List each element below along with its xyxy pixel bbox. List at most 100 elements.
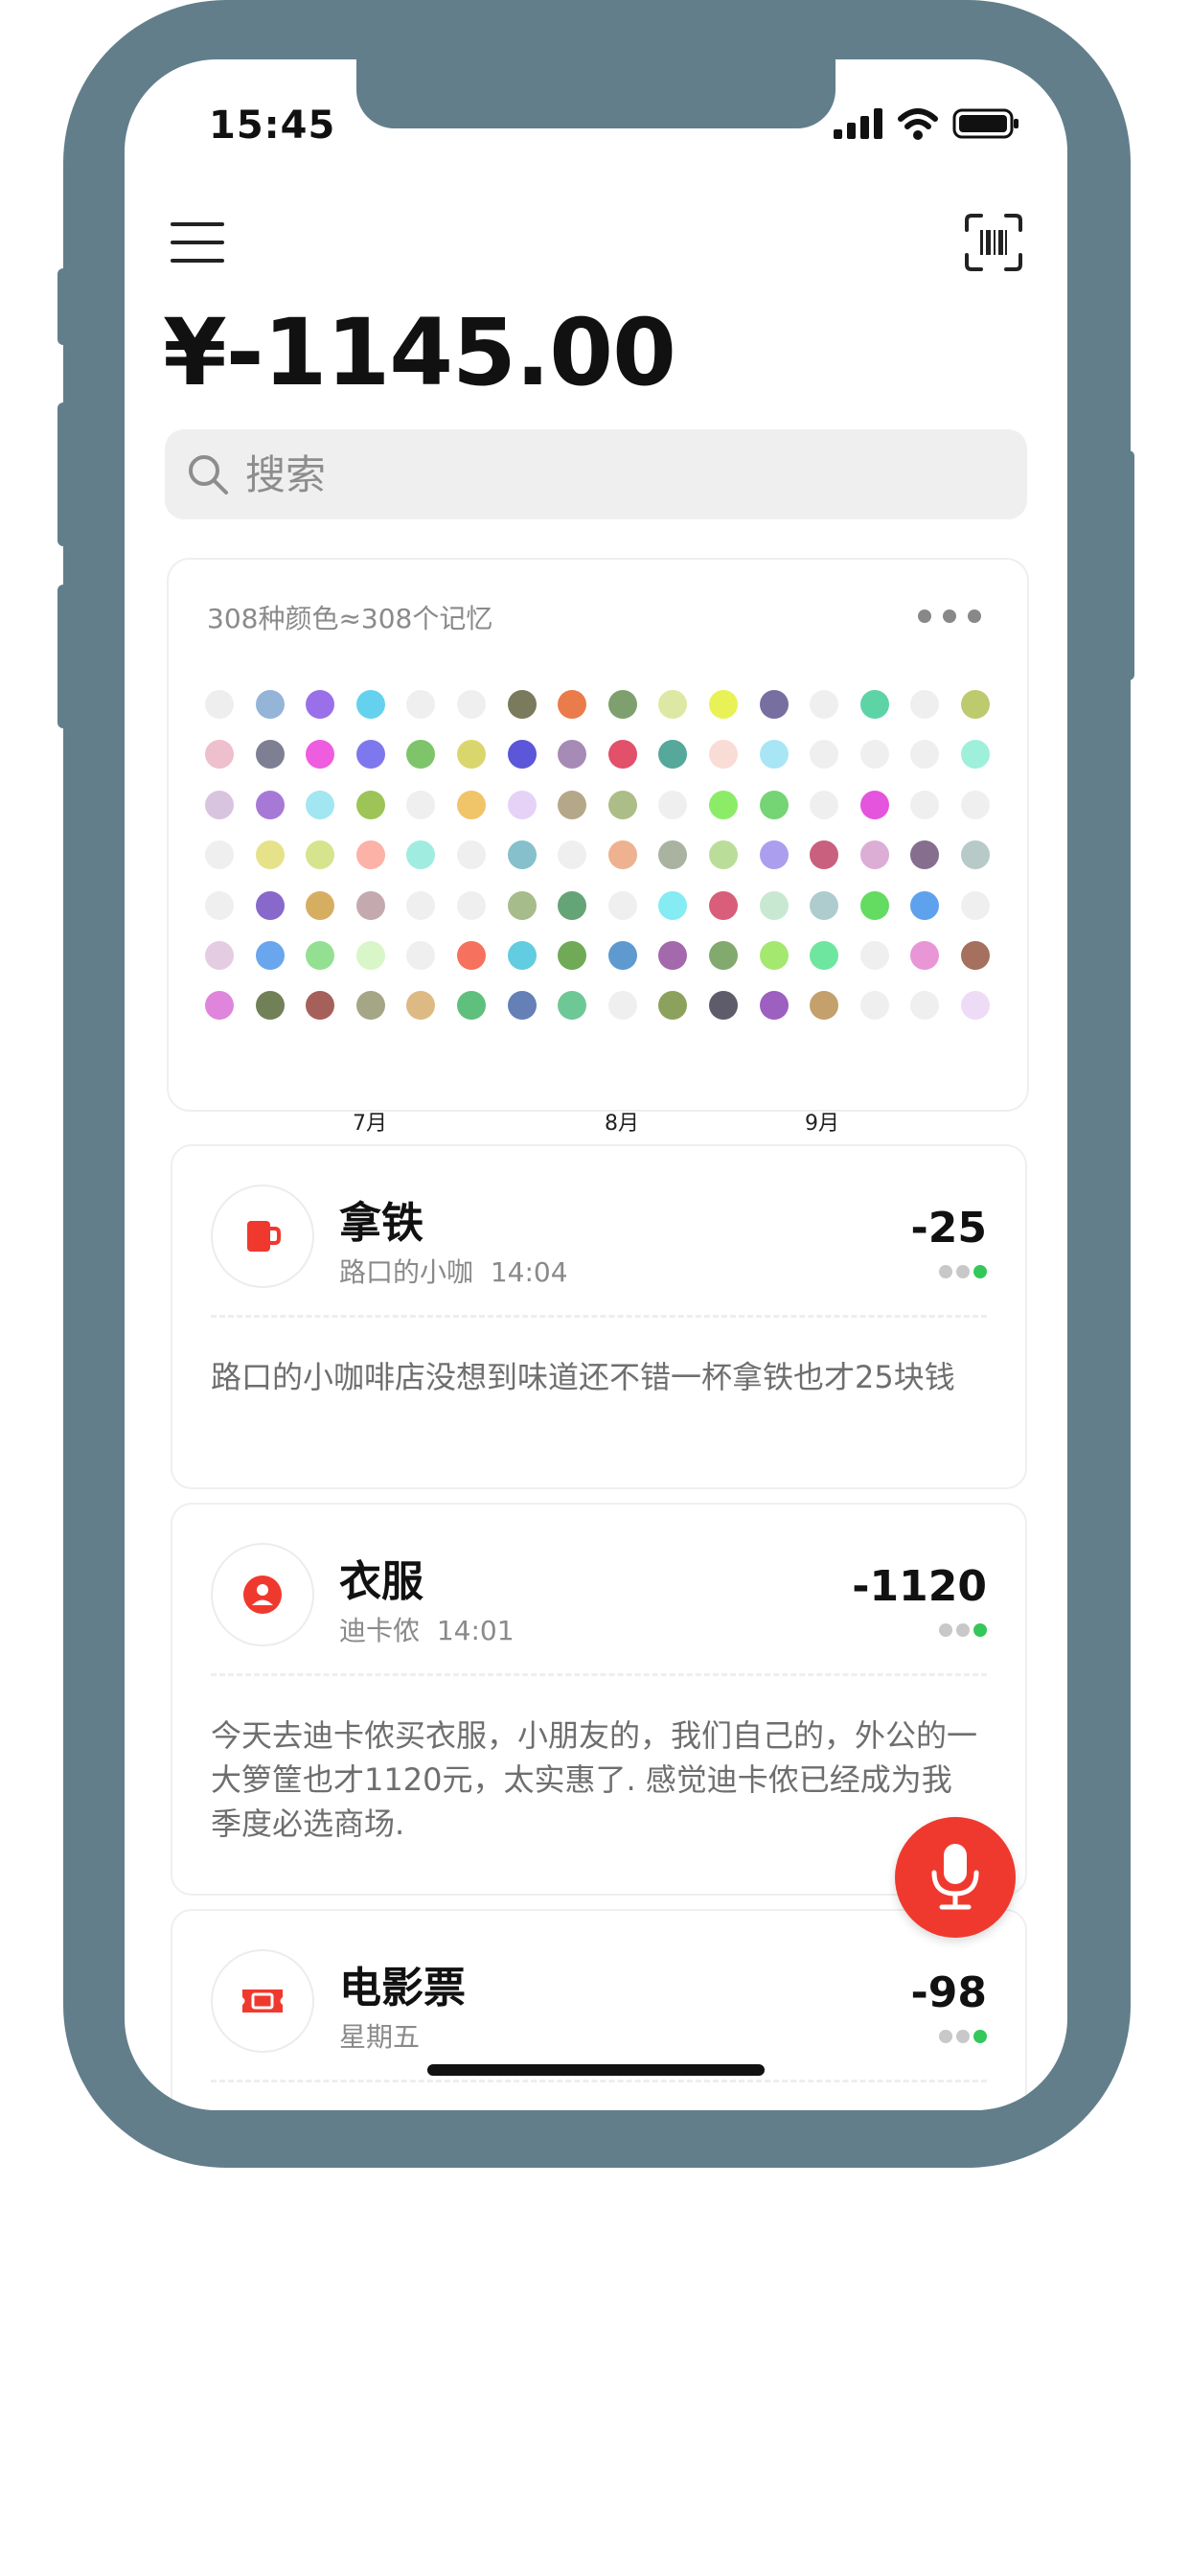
day-color-dot[interactable] <box>306 790 335 819</box>
day-color-dot[interactable] <box>759 690 789 719</box>
expense-entry-card[interactable]: 拿铁 路口的小咖 14:04 -25 路口的小咖啡店没想到味道还不错一杯拿铁也才… <box>171 1144 1027 1489</box>
day-color-dot[interactable] <box>658 740 688 770</box>
expense-entry-card[interactable]: 电影票 星期五 -98 <box>171 1909 1027 2110</box>
day-color-dot[interactable] <box>607 991 637 1021</box>
day-color-dot[interactable] <box>406 740 436 770</box>
day-color-dot[interactable] <box>910 840 940 870</box>
voice-record-button[interactable] <box>895 1817 1016 1938</box>
day-color-dot[interactable] <box>306 890 335 920</box>
day-color-dot[interactable] <box>507 840 537 870</box>
day-color-dot[interactable] <box>255 790 285 819</box>
day-color-dot[interactable] <box>355 941 385 970</box>
day-color-dot[interactable] <box>961 690 990 719</box>
day-color-dot[interactable] <box>961 790 990 819</box>
day-color-dot[interactable] <box>607 740 637 770</box>
day-color-dot[interactable] <box>910 790 940 819</box>
day-color-dot[interactable] <box>558 890 587 920</box>
search-bar[interactable] <box>165 429 1027 519</box>
expense-entry-card[interactable]: 衣服 迪卡侬 14:01 -1120 今天去迪卡侬买衣服，小朋友的，我们自己的，… <box>171 1503 1027 1896</box>
day-color-dot[interactable] <box>910 740 940 770</box>
day-color-dot[interactable] <box>658 890 688 920</box>
day-color-dot[interactable] <box>658 840 688 870</box>
day-color-dot[interactable] <box>859 790 889 819</box>
day-color-dot[interactable] <box>859 890 889 920</box>
day-color-dot[interactable] <box>558 991 587 1021</box>
day-color-dot[interactable] <box>810 840 839 870</box>
day-color-dot[interactable] <box>658 941 688 970</box>
day-color-dot[interactable] <box>759 840 789 870</box>
day-color-dot[interactable] <box>457 890 486 920</box>
day-color-dot[interactable] <box>457 790 486 819</box>
day-color-dot[interactable] <box>558 840 587 870</box>
day-color-dot[interactable] <box>558 790 587 819</box>
day-color-dot[interactable] <box>507 890 537 920</box>
day-color-dot[interactable] <box>961 840 990 870</box>
day-color-dot[interactable] <box>607 840 637 870</box>
day-color-dot[interactable] <box>910 941 940 970</box>
day-color-dot[interactable] <box>205 740 234 770</box>
day-color-dot[interactable] <box>709 991 738 1021</box>
day-color-dot[interactable] <box>255 890 285 920</box>
day-color-dot[interactable] <box>859 991 889 1021</box>
day-color-dot[interactable] <box>961 941 990 970</box>
day-color-dot[interactable] <box>406 991 436 1021</box>
day-color-dot[interactable] <box>709 690 738 719</box>
day-color-dot[interactable] <box>910 991 940 1021</box>
day-color-dot[interactable] <box>607 690 637 719</box>
day-color-dot[interactable] <box>810 690 839 719</box>
day-color-dot[interactable] <box>205 840 234 870</box>
day-color-dot[interactable] <box>355 991 385 1021</box>
day-color-dot[interactable] <box>205 890 234 920</box>
menu-icon[interactable] <box>171 222 224 263</box>
day-color-dot[interactable] <box>355 890 385 920</box>
day-color-dot[interactable] <box>658 690 688 719</box>
day-color-dot[interactable] <box>406 690 436 719</box>
day-color-dot[interactable] <box>558 941 587 970</box>
day-color-dot[interactable] <box>607 941 637 970</box>
day-color-dot[interactable] <box>355 840 385 870</box>
day-color-dot[interactable] <box>859 690 889 719</box>
day-color-dot[interactable] <box>306 991 335 1021</box>
day-color-dot[interactable] <box>961 890 990 920</box>
day-color-dot[interactable] <box>607 790 637 819</box>
day-color-dot[interactable] <box>255 991 285 1021</box>
day-color-dot[interactable] <box>961 740 990 770</box>
day-color-dot[interactable] <box>205 991 234 1021</box>
day-color-dot[interactable] <box>759 941 789 970</box>
day-color-dot[interactable] <box>255 740 285 770</box>
day-color-dot[interactable] <box>457 740 486 770</box>
day-color-dot[interactable] <box>759 790 789 819</box>
day-color-dot[interactable] <box>709 890 738 920</box>
day-color-dot[interactable] <box>355 790 385 819</box>
day-color-dot[interactable] <box>457 941 486 970</box>
day-color-dot[interactable] <box>961 991 990 1021</box>
day-color-dot[interactable] <box>759 991 789 1021</box>
day-color-dot[interactable] <box>507 941 537 970</box>
day-color-dot[interactable] <box>507 991 537 1021</box>
day-color-dot[interactable] <box>355 740 385 770</box>
day-color-dot[interactable] <box>255 840 285 870</box>
day-color-dot[interactable] <box>709 740 738 770</box>
day-color-dot[interactable] <box>457 991 486 1021</box>
day-color-dot[interactable] <box>457 840 486 870</box>
day-color-dot[interactable] <box>355 690 385 719</box>
day-color-dot[interactable] <box>306 941 335 970</box>
day-color-dot[interactable] <box>306 840 335 870</box>
day-color-dot[interactable] <box>859 941 889 970</box>
day-color-dot[interactable] <box>759 740 789 770</box>
day-color-dot[interactable] <box>709 840 738 870</box>
day-color-dot[interactable] <box>406 941 436 970</box>
day-color-dot[interactable] <box>558 740 587 770</box>
day-color-dot[interactable] <box>205 690 234 719</box>
day-color-dot[interactable] <box>810 991 839 1021</box>
home-indicator[interactable] <box>427 2064 765 2076</box>
day-color-dot[interactable] <box>810 740 839 770</box>
day-color-dot[interactable] <box>255 941 285 970</box>
day-color-dot[interactable] <box>810 941 839 970</box>
day-color-dot[interactable] <box>759 890 789 920</box>
day-color-dot[interactable] <box>306 740 335 770</box>
day-color-dot[interactable] <box>507 740 537 770</box>
day-color-dot[interactable] <box>255 690 285 719</box>
day-color-dot[interactable] <box>558 690 587 719</box>
day-color-dot[interactable] <box>406 790 436 819</box>
